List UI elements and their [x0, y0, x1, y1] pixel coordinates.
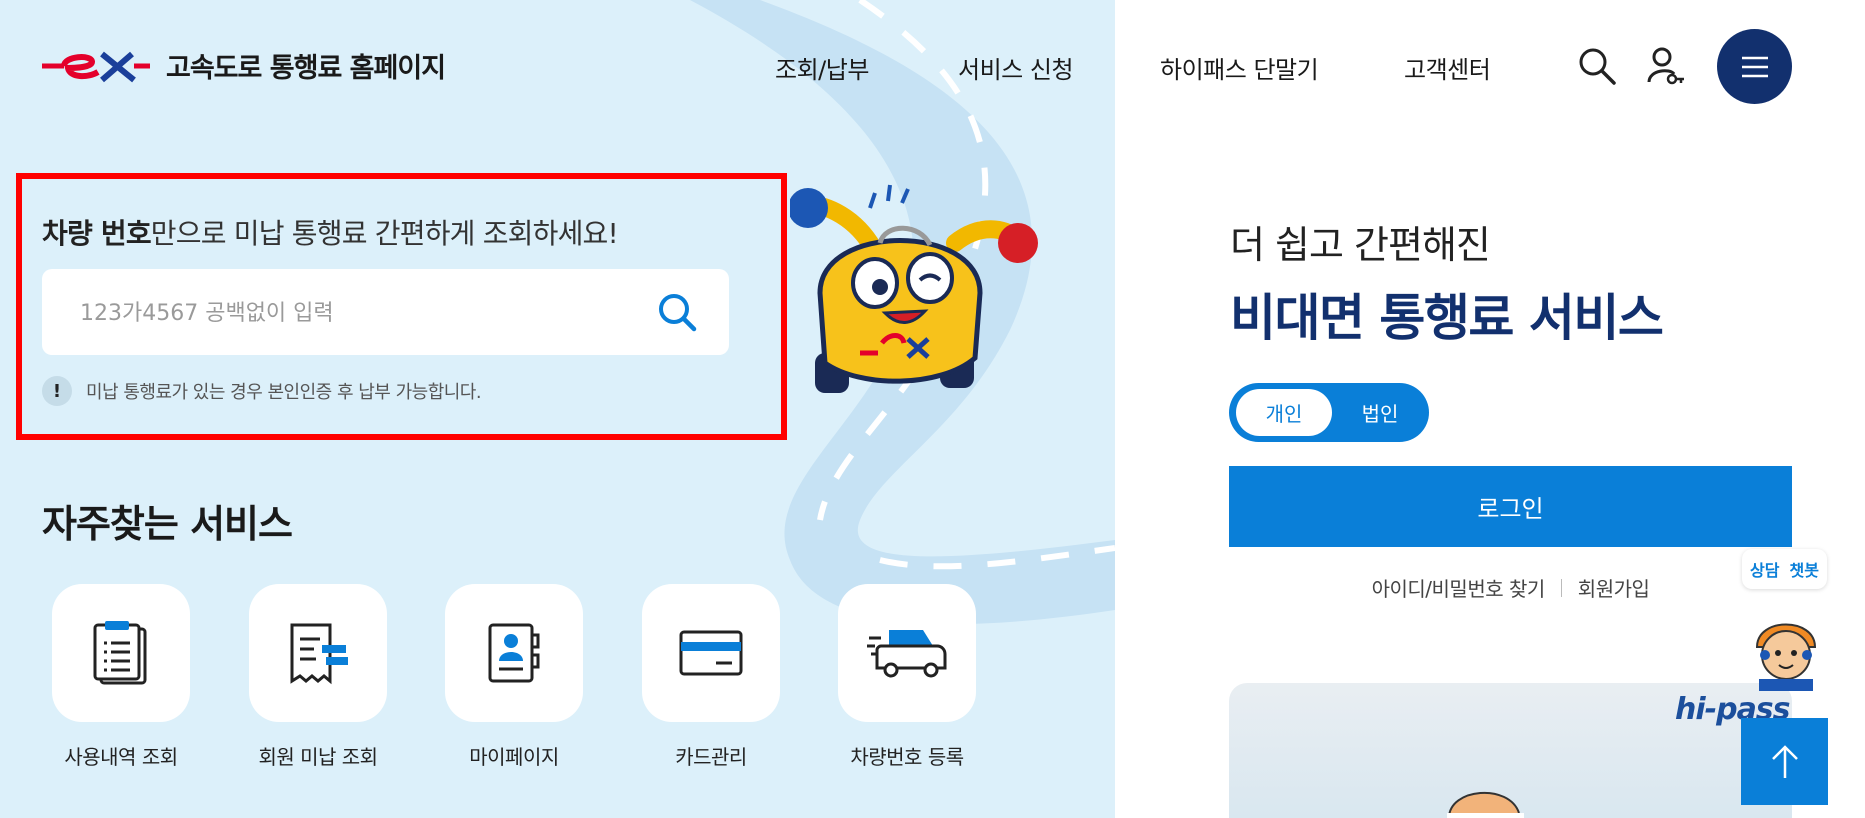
toggle-corporate[interactable]: 법인 — [1339, 389, 1421, 436]
site-logo[interactable]: 고속도로 통행료 홈페이지 — [40, 46, 446, 85]
vehicle-number-search-box — [42, 269, 729, 357]
nav-customer-center[interactable]: 고객센터 — [1404, 50, 1491, 85]
receipt-icon — [290, 623, 348, 685]
frequent-services-title: 자주찾는 서비스 — [42, 502, 293, 546]
service-tile — [249, 584, 387, 722]
nav-service-application[interactable]: 서비스 신청 — [958, 50, 1074, 85]
banner-character-illustration — [1447, 792, 1524, 818]
service-tile — [445, 584, 583, 722]
chatbot-label-bot: 챗봇 — [1789, 561, 1819, 580]
account-links: 아이디/비밀번호 찾기 회원가입 — [1229, 573, 1792, 602]
car-icon — [867, 630, 947, 678]
service-label: 마이페이지 — [469, 745, 559, 769]
find-id-password-link[interactable]: 아이디/비밀번호 찾기 — [1372, 573, 1546, 602]
search-headline: 차량 번호만으로 미납 통행료 간편하게 조회하세요! — [42, 212, 619, 252]
clipboard-list-icon — [93, 621, 147, 685]
credit-card-icon — [679, 630, 743, 676]
toggle-personal[interactable]: 개인 — [1236, 389, 1332, 436]
arrow-up-icon — [1771, 744, 1798, 778]
service-label: 회원 미납 조회 — [258, 745, 378, 769]
service-vehicle-registration[interactable]: 차량번호 등록 — [838, 584, 976, 769]
login-title: 비대면 통행료 서비스 — [1230, 289, 1664, 347]
login-button[interactable]: 로그인 — [1229, 466, 1792, 547]
ex-logo-icon — [42, 51, 150, 82]
chatbot-character-icon[interactable] — [1745, 611, 1827, 691]
search-submit-icon[interactable] — [655, 290, 699, 334]
hamburger-menu-icon — [1741, 56, 1768, 77]
mascot-car-illustration — [790, 184, 1038, 393]
site-title: 고속도로 통행료 홈페이지 — [166, 53, 446, 84]
chatbot-bubble[interactable]: 상담 챗봇 — [1742, 549, 1827, 589]
notice-text: 미납 통행료가 있는 경우 본인인증 후 납부 가능합니다. — [86, 382, 482, 403]
chatbot-label-consult: 상담 — [1750, 561, 1780, 580]
service-tile — [52, 584, 190, 722]
login-subtitle: 더 쉽고 간편해진 — [1230, 223, 1491, 267]
service-tile — [838, 584, 976, 722]
nav-inquiry-payment[interactable]: 조회/납부 — [775, 50, 869, 85]
service-card-management[interactable]: 카드관리 — [642, 584, 780, 769]
vehicle-number-input[interactable] — [78, 269, 642, 357]
service-label: 차량번호 등록 — [850, 745, 964, 769]
service-label: 카드관리 — [675, 745, 747, 769]
service-tile — [642, 584, 780, 722]
nav-hipass-terminal[interactable]: 하이패스 단말기 — [1160, 50, 1319, 85]
unpaid-notice: ! 미납 통행료가 있는 경우 본인인증 후 납부 가능합니다. — [42, 376, 482, 406]
search-icon[interactable] — [1577, 46, 1617, 86]
member-type-toggle: 개인 법인 — [1229, 383, 1429, 442]
search-headline-bold: 차량 번호 — [42, 217, 152, 250]
scroll-to-top-button[interactable] — [1741, 718, 1828, 805]
exclamation-icon: ! — [42, 376, 72, 406]
link-divider — [1560, 578, 1562, 597]
service-label: 사용내역 조회 — [64, 745, 178, 769]
user-key-icon[interactable] — [1646, 46, 1686, 86]
search-headline-rest: 만으로 미납 통행료 간편하게 조회하세요! — [150, 217, 619, 250]
hamburger-menu-button[interactable] — [1717, 29, 1792, 104]
service-usage-history[interactable]: 사용내역 조회 — [52, 584, 190, 769]
join-link[interactable]: 회원가입 — [1578, 573, 1650, 602]
profile-book-icon — [488, 623, 540, 683]
service-member-unpaid[interactable]: 회원 미납 조회 — [249, 584, 387, 769]
service-mypage[interactable]: 마이페이지 — [445, 584, 583, 769]
